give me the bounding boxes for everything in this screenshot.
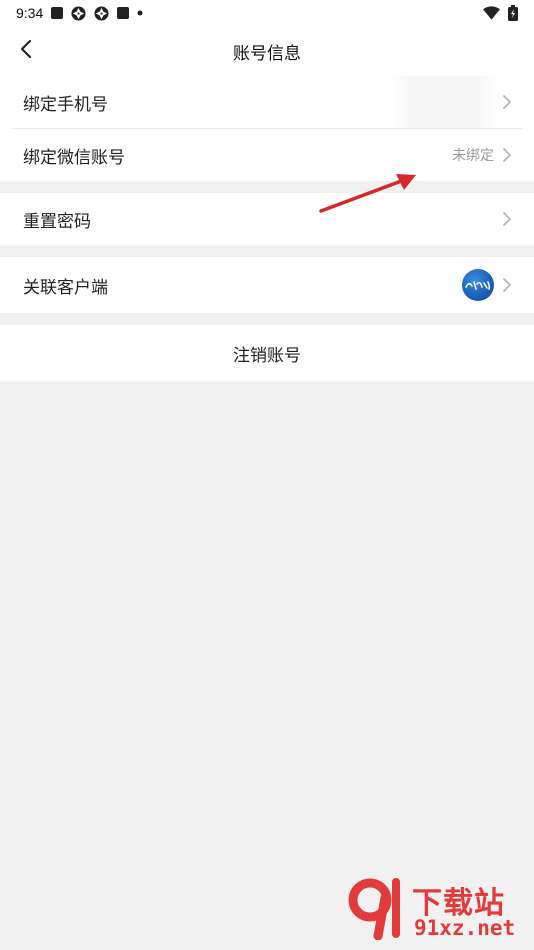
reset-password-label: 重置密码 [23,211,91,232]
bind-wechat-label: 绑定微信账号 [23,147,125,168]
back-button[interactable] [14,36,38,66]
binding-section: 绑定手机号 绑定微信账号 未绑定 [0,76,534,181]
client-section: 关联客户端 [0,257,534,313]
annotation-arrow [319,174,416,213]
bind-phone-row[interactable]: 绑定手机号 [0,76,534,128]
section-gap [0,313,534,325]
chevron-right-icon [502,147,512,163]
linked-client-row[interactable]: 关联客户端 [0,257,534,313]
battery-icon [508,5,518,21]
aperture-notification-icon [71,5,86,21]
chevron-right-icon [502,277,512,293]
chevron-right-icon [502,94,512,110]
dot-notification-icon [137,10,143,16]
aperture-notification-icon [94,5,109,21]
status-time: 9:34 [16,5,44,21]
password-section: 重置密码 [0,193,534,245]
watermark: 下载站 91xz.net [348,876,528,946]
status-bar: 9:34 [0,0,534,26]
header-bar: 账号信息 [0,26,534,76]
system-icons [483,5,518,21]
back-arrow-icon [20,39,32,63]
reset-password-row[interactable]: 重置密码 [0,193,534,245]
linked-client-label: 关联客户端 [23,277,108,298]
square-notification-icon [51,7,64,19]
bind-wechat-row[interactable]: 绑定微信账号 未绑定 [0,129,534,181]
chevron-right-icon [502,211,512,227]
square-notification-icon [117,7,130,19]
section-gap [0,181,534,193]
status-left: 9:34 [16,5,143,21]
cancel-account-button[interactable]: 注销账号 [0,325,534,381]
wifi-icon [483,6,500,20]
watermark-logo-icon [348,878,400,940]
section-gap [0,245,534,257]
wechat-status-value: 未绑定 [452,148,494,164]
notification-icons [51,5,143,21]
masked-phone-value [390,76,500,128]
page-title: 账号信息 [233,43,301,64]
watermark-url: 91xz.net [414,916,516,940]
client-app-logo [462,269,494,301]
cancel-account-label: 注销账号 [233,345,301,366]
